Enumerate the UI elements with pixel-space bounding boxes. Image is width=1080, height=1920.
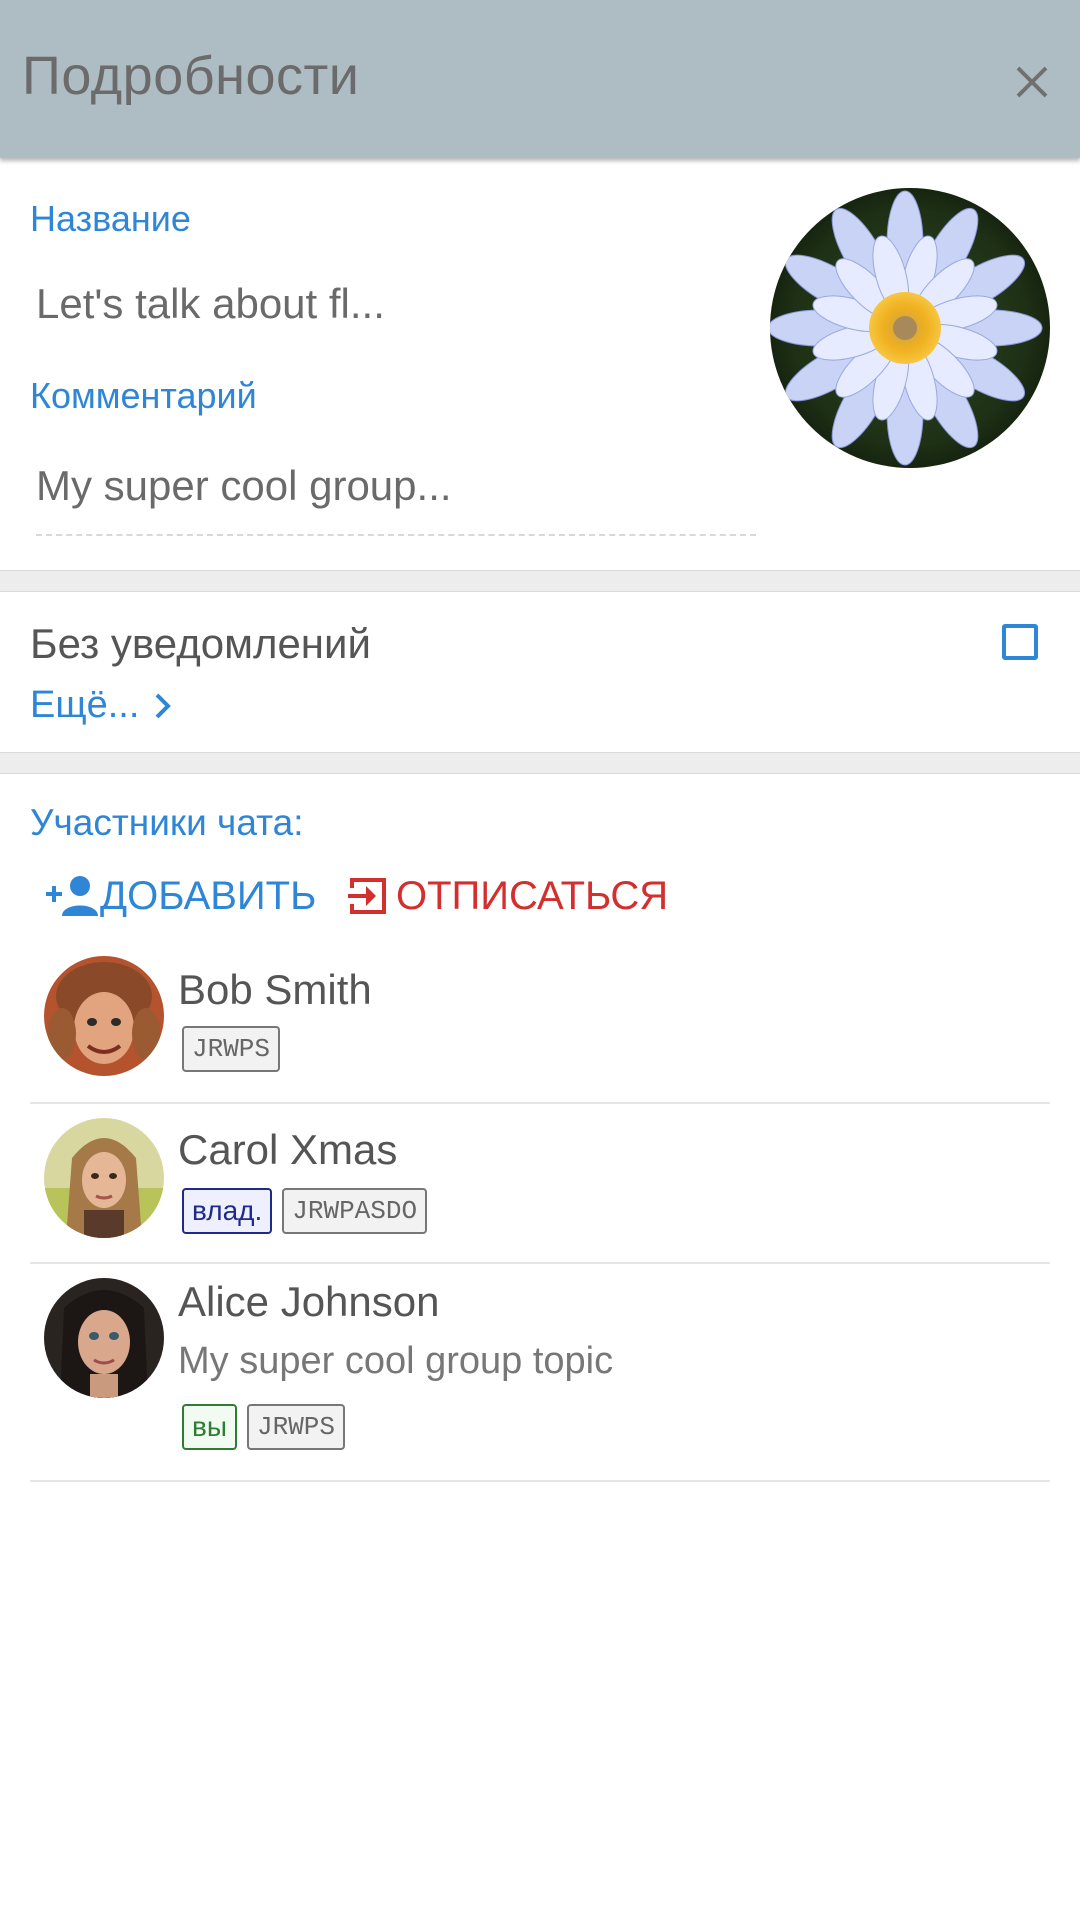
leave-button[interactable]: ОТПИСАТЬСЯ xyxy=(344,868,668,924)
member-badges: JRWPS xyxy=(182,1026,281,1072)
member-status: My super cool group topic xyxy=(178,1340,614,1382)
comment-underline xyxy=(36,534,756,536)
topic-comment-label: Комментарий xyxy=(30,375,257,416)
avatar xyxy=(44,956,164,1076)
page-title: Подробности xyxy=(22,46,360,106)
add-member-label: ДОБАВИТЬ xyxy=(100,873,317,918)
section-divider xyxy=(0,570,1080,592)
member-name: Alice Johnson xyxy=(178,1278,440,1325)
topic-name-label: Название xyxy=(30,198,191,239)
you-badge: вы xyxy=(182,1404,237,1450)
flower-avatar-icon xyxy=(770,188,1050,468)
permission-badge: JRWPS xyxy=(247,1404,346,1450)
avatar xyxy=(44,1118,164,1238)
muted-checkbox[interactable] xyxy=(1002,624,1038,660)
permission-badge: JRWPASDO xyxy=(282,1188,428,1234)
app-header: Подробности xyxy=(0,0,1080,158)
section-divider xyxy=(0,752,1080,774)
member-row[interactable]: Carol Xmas влад. JRWPASDO xyxy=(30,1104,1050,1264)
add-member-button[interactable]: ДОБАВИТЬ xyxy=(44,868,316,924)
topic-comment-field[interactable]: My super cool group... xyxy=(36,462,452,510)
permission-badge: JRWPS xyxy=(182,1026,281,1072)
more-link[interactable]: Ещё... xyxy=(30,684,173,727)
member-name: Bob Smith xyxy=(178,966,372,1013)
member-row[interactable]: Bob Smith JRWPS xyxy=(30,950,1050,1104)
member-badges: влад. JRWPASDO xyxy=(182,1188,428,1234)
topic-name-field[interactable]: Let's talk about fl... xyxy=(36,280,385,328)
muted-label: Без уведомлений xyxy=(30,620,371,667)
person-add-icon xyxy=(46,876,98,916)
members-section-label: Участники чата: xyxy=(30,802,304,843)
close-icon[interactable] xyxy=(1008,58,1056,106)
chevron-right-icon xyxy=(156,693,172,718)
exit-icon xyxy=(348,878,386,914)
member-badges: вы JRWPS xyxy=(182,1404,346,1450)
topic-avatar[interactable] xyxy=(770,188,1050,468)
avatar xyxy=(44,1278,164,1398)
leave-label: ОТПИСАТЬСЯ xyxy=(396,873,669,918)
member-name: Carol Xmas xyxy=(178,1126,398,1173)
member-row[interactable]: Alice Johnson My super cool group topic … xyxy=(30,1264,1050,1482)
owner-badge: влад. xyxy=(182,1188,273,1234)
more-link-label: Ещё... xyxy=(30,684,140,726)
